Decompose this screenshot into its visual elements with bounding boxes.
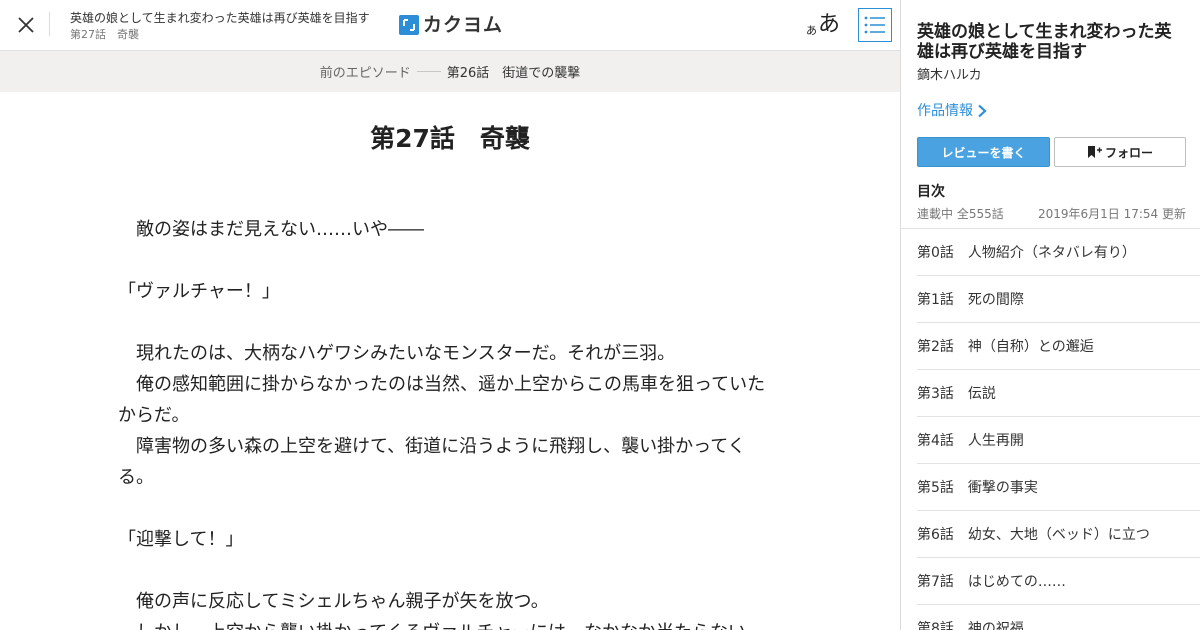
body-paragraph: 敵の姿はまだ見えない……いや――: [118, 219, 424, 240]
episode-number: 第4話: [917, 433, 954, 449]
body-paragraph: 俺の声に反応してミシェルちゃん親子が矢を放つ。: [118, 591, 549, 612]
body-paragraph: [118, 555, 768, 586]
body-paragraph: 「迎撃して！」: [118, 529, 244, 550]
body-paragraph: [118, 245, 768, 276]
episode-list-item[interactable]: 第4話 人生再開: [917, 417, 1200, 464]
logo-text: カクヨム: [423, 14, 504, 36]
body-paragraph: [118, 493, 768, 524]
follow-label: フォロー: [1104, 145, 1153, 160]
toc-heading: 目次: [917, 184, 945, 200]
body-paragraph: しかし、上空から襲い掛かってくるヴァルチャーには、なかなか当たらない。: [118, 617, 768, 630]
episode-number: 第2話: [917, 339, 954, 355]
episode-list-item[interactable]: 第0話 人物紹介（ネタバレ有り）: [917, 229, 1200, 276]
sidebar-work-title[interactable]: 英雄の娘として生まれ変わった英雄は再び英雄を目指す: [917, 22, 1187, 62]
episode-title: 神の祝福: [967, 621, 1024, 630]
serial-status: 連載中 全555話: [917, 207, 1004, 221]
episode-list: 第0話 人物紹介（ネタバレ有り） 第1話 死の間際 第2話 神（自称）との邂逅 …: [901, 228, 1200, 630]
episode-list-item[interactable]: 第7話 はじめての……: [917, 558, 1200, 605]
episode-number: 第7話: [917, 574, 954, 590]
episode-number: 第6話: [917, 527, 954, 543]
body-paragraph: [118, 307, 768, 338]
episode-title: 死の間際: [967, 292, 1024, 308]
episode-list-item[interactable]: 第3話 伝説: [917, 370, 1200, 417]
episode-title: はじめての……: [967, 574, 1066, 590]
sidebar-author[interactable]: 鏑木ハルカ: [917, 67, 982, 85]
bookmark-plus-icon: [1087, 146, 1102, 158]
episode-list-item[interactable]: 第2話 神（自称）との邂逅: [917, 323, 1200, 370]
body-paragraph: 「ヴァルチャー！」: [118, 281, 280, 302]
episode-number: 第5話: [917, 480, 954, 496]
episode-body: 敵の姿はまだ見えない……いや―― 「ヴァルチャー！」 現れたのは、大柄なハゲワシ…: [118, 214, 768, 630]
episode-number: 第8話: [917, 621, 954, 630]
font-size-button[interactable]: あ あ: [806, 10, 840, 38]
last-updated: 2019年6月1日 17:54 更新: [1037, 207, 1186, 221]
toc-toggle-button[interactable]: [858, 8, 892, 42]
episode-list-item[interactable]: 第1話 死の間際: [917, 276, 1200, 323]
episode-title: 人物紹介（ネタバレ有り）: [967, 245, 1136, 261]
episode-list-item[interactable]: 第5話 衝撃の事実: [917, 464, 1200, 511]
episode-title: 神（自称）との邂逅: [967, 339, 1094, 355]
prev-episode-divider: [416, 71, 441, 72]
header-divider: [49, 12, 50, 36]
body-paragraph: 現れたのは、大柄なハゲワシみたいなモンスターだ。それが三羽。: [118, 343, 676, 364]
work-info-link[interactable]: 作品情報: [917, 101, 987, 121]
list-icon: [864, 16, 885, 34]
prev-episode-title: 第26話 街道での襲撃: [446, 66, 581, 81]
kakuyomu-logo-icon: [399, 15, 419, 35]
episode-title: 衝撃の事実: [967, 480, 1038, 496]
episode-number: 第3話: [917, 386, 954, 402]
font-size-large-glyph: あ: [818, 12, 841, 37]
episode-list-item[interactable]: 第6話 幼女、大地（ベッド）に立つ: [917, 511, 1200, 558]
close-button[interactable]: [14, 13, 38, 37]
episode-number: 第1話: [917, 292, 954, 308]
header-titles: 英雄の娘として生まれ変わった英雄は再び英雄を目指す 第27話 奇襲: [70, 10, 380, 42]
kakuyomu-logo[interactable]: カクヨム: [399, 13, 503, 37]
episode-title: 人生再開: [967, 433, 1024, 449]
write-review-button[interactable]: レビューを書く: [917, 137, 1050, 167]
body-paragraph: 俺の感知範囲に掛からなかったのは当然、遥か上空からこの馬車を狙っていたからだ。: [118, 374, 766, 426]
close-icon: [18, 17, 34, 33]
episode-list-item[interactable]: 第8話 神の祝福: [917, 605, 1200, 630]
episode-heading: 第27話 奇襲: [370, 124, 530, 153]
body-paragraph: 障害物の多い森の上空を避けて、街道に沿うように飛翔し、襲い掛かってくる。: [118, 436, 746, 488]
episode-title: 伝説: [967, 386, 996, 402]
work-info-label: 作品情報: [917, 103, 973, 119]
header-episode-title: 第27話 奇襲: [70, 28, 139, 41]
prev-episode-link[interactable]: 前のエピソード 第26話 街道での襲撃: [0, 51, 900, 92]
episode-number: 第0話: [917, 245, 954, 261]
toc-meta: 連載中 全555話 2019年6月1日 17:54 更新: [917, 206, 1186, 222]
prev-episode-label: 前のエピソード: [319, 66, 411, 81]
episode-title: 幼女、大地（ベッド）に立つ: [967, 527, 1150, 543]
chevron-right-icon: [977, 104, 987, 118]
reader-header: 英雄の娘として生まれ変わった英雄は再び英雄を目指す 第27話 奇襲 カクヨム あ…: [0, 0, 900, 51]
follow-button[interactable]: フォロー: [1054, 137, 1186, 167]
font-size-small-glyph: あ: [806, 24, 817, 37]
toc-sidebar: 英雄の娘として生まれ変わった英雄は再び英雄を目指す 鏑木ハルカ 作品情報 レビュ…: [900, 0, 1200, 630]
header-work-title[interactable]: 英雄の娘として生まれ変わった英雄は再び英雄を目指す: [70, 10, 380, 26]
